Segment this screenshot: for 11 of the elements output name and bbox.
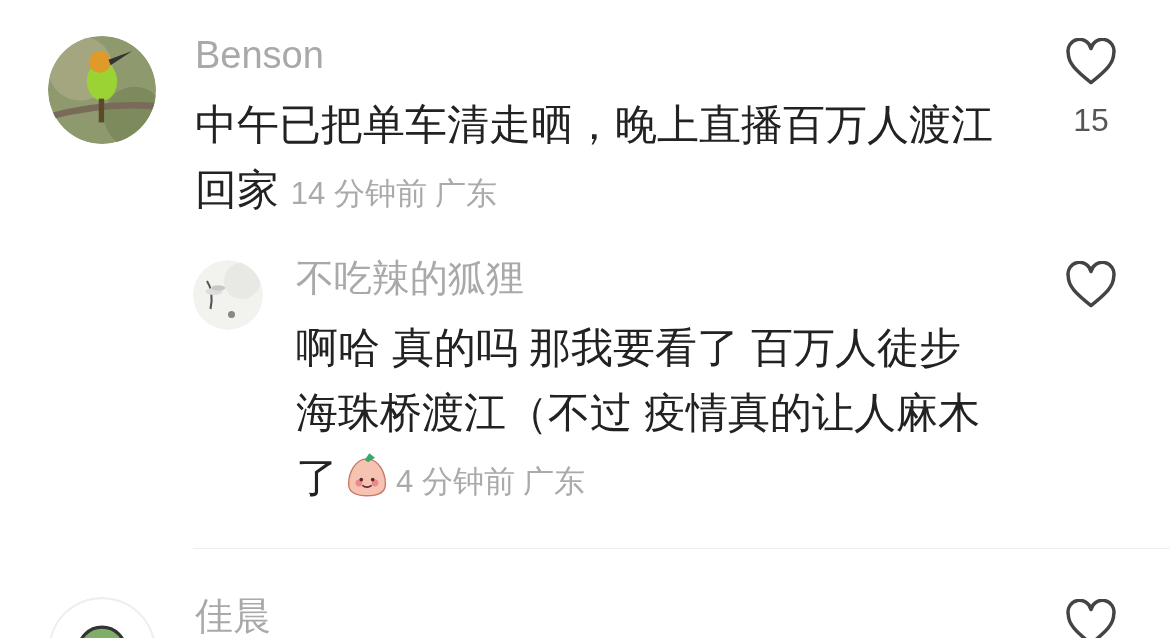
comment-meta: 4 分钟前 广东 bbox=[396, 464, 586, 499]
comment-text: 啊哈 真的吗 那我要看了 百万人徒步海珠桥渡江（不过 疫情真的让人麻木了 4 分钟前 广东 bbox=[296, 323, 981, 503]
username[interactable]: 不吃辣的狐狸 bbox=[296, 257, 524, 299]
comment-meta: 14 分钟前 广东 bbox=[290, 176, 498, 211]
username[interactable]: 佳晨 bbox=[195, 595, 271, 637]
comment-text: 中午已把单车清走晒，晚上直播百万人渡江回家 14 分钟前 广东 bbox=[195, 100, 994, 215]
username[interactable]: Benson bbox=[195, 34, 324, 76]
heart-icon[interactable] bbox=[1065, 38, 1117, 86]
heart-icon[interactable] bbox=[1065, 261, 1117, 309]
like-count: 15 bbox=[1073, 101, 1109, 140]
heart-icon[interactable] bbox=[1065, 599, 1117, 638]
